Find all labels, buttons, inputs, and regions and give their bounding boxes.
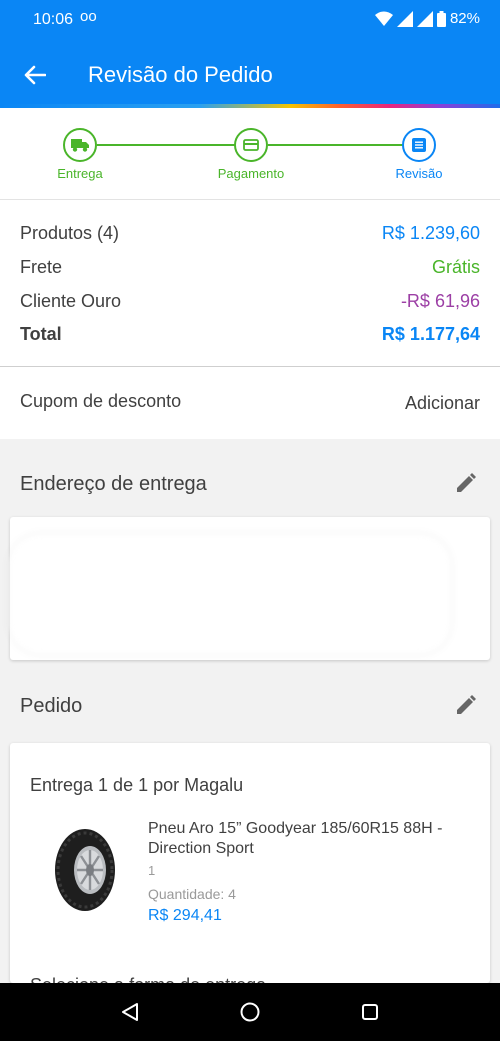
coupon-label: Cupom de desconto — [20, 391, 182, 411]
back-button[interactable] — [18, 58, 52, 92]
page-title: Revisão do Pedido — [88, 62, 273, 87]
summary-value: R$ 1.177,64 — [381, 324, 480, 344]
list-icon — [412, 138, 426, 152]
voicemail-icon: oo — [80, 8, 97, 25]
status-icons: 82% — [374, 10, 480, 27]
summary-row-total: Total R$ 1.177,64 — [20, 324, 480, 345]
checkout-stepper: Entrega Pagamento Revisão — [0, 108, 500, 200]
top-app-bar: 10:06 oo 82% Revisão do Pedido — [0, 0, 500, 104]
step-entrega[interactable] — [63, 128, 97, 162]
step-label-entrega: Entrega — [57, 166, 103, 181]
step-connector — [268, 144, 403, 146]
summary-value: R$ 1.239,60 — [381, 223, 480, 243]
order-summary: Produtos (4) R$ 1.239,60 Frete Grátis Cl… — [0, 200, 500, 366]
signal-icon-2 — [416, 10, 433, 27]
battery-level: 82% — [449, 10, 480, 27]
nav-recents-button[interactable] — [358, 1000, 382, 1024]
square-recents-icon — [362, 1004, 378, 1020]
status-bar: 10:06 oo 82% — [0, 0, 500, 40]
product-quantity: Quantidade: 4 — [148, 886, 236, 902]
edit-order-button[interactable] — [452, 691, 480, 719]
battery-icon — [436, 10, 446, 27]
product-name: Pneu Aro 15” Goodyear 185/60R15 88H - Di… — [148, 820, 443, 857]
product-small-qty: 1 — [148, 863, 156, 878]
address-section-title: Endereço de entrega — [20, 473, 207, 495]
arrow-left-icon — [24, 65, 46, 85]
summary-row-gold-discount: Cliente Ouro -R$ 61,96 — [20, 291, 480, 312]
summary-row-shipping: Frete Grátis — [20, 257, 480, 278]
step-label-pagamento: Pagamento — [217, 166, 285, 181]
system-nav-bar — [0, 983, 500, 1041]
circle-home-icon — [240, 1002, 260, 1022]
step-pagamento[interactable] — [234, 128, 268, 162]
status-time: 10:06 — [33, 11, 74, 28]
signal-icon — [396, 10, 413, 27]
summary-value: Grátis — [431, 257, 480, 277]
summary-label: Cliente Ouro — [20, 291, 122, 311]
add-coupon-button[interactable]: Adicionar — [405, 393, 480, 414]
step-label-revisao: Revisão — [395, 166, 443, 181]
nav-home-button[interactable] — [238, 1000, 262, 1024]
summary-label: Frete — [20, 257, 63, 277]
summary-label: Total — [20, 324, 62, 344]
step-revisao[interactable] — [402, 128, 436, 162]
coupon-row[interactable]: Cupom de desconto Adicionar — [0, 367, 500, 439]
order-section-title: Pedido — [20, 695, 83, 717]
nav-back-button[interactable] — [118, 1000, 142, 1024]
edit-address-button[interactable] — [452, 469, 480, 497]
address-card[interactable] — [10, 517, 490, 660]
triangle-back-icon — [122, 1003, 138, 1021]
product-price: R$ 294,41 — [148, 907, 222, 924]
summary-row-products: Produtos (4) R$ 1.239,60 — [20, 223, 480, 244]
redacted-address — [10, 535, 450, 653]
summary-label: Produtos (4) — [20, 223, 120, 243]
pencil-icon — [457, 695, 476, 714]
delivery-option-heading: Selecione a forma de entrega — [30, 975, 266, 983]
delivery-heading: Entrega 1 de 1 por Magalu — [30, 775, 244, 795]
card-icon — [243, 139, 259, 151]
truck-icon — [71, 139, 89, 152]
wifi-icon — [374, 11, 393, 26]
tire-image — [55, 829, 115, 911]
order-card: Entrega 1 de 1 por Magalu Pneu Aro 15” G… — [10, 743, 490, 983]
summary-value: -R$ 61,96 — [400, 291, 480, 311]
step-connector — [97, 144, 235, 146]
pencil-icon — [457, 473, 476, 492]
